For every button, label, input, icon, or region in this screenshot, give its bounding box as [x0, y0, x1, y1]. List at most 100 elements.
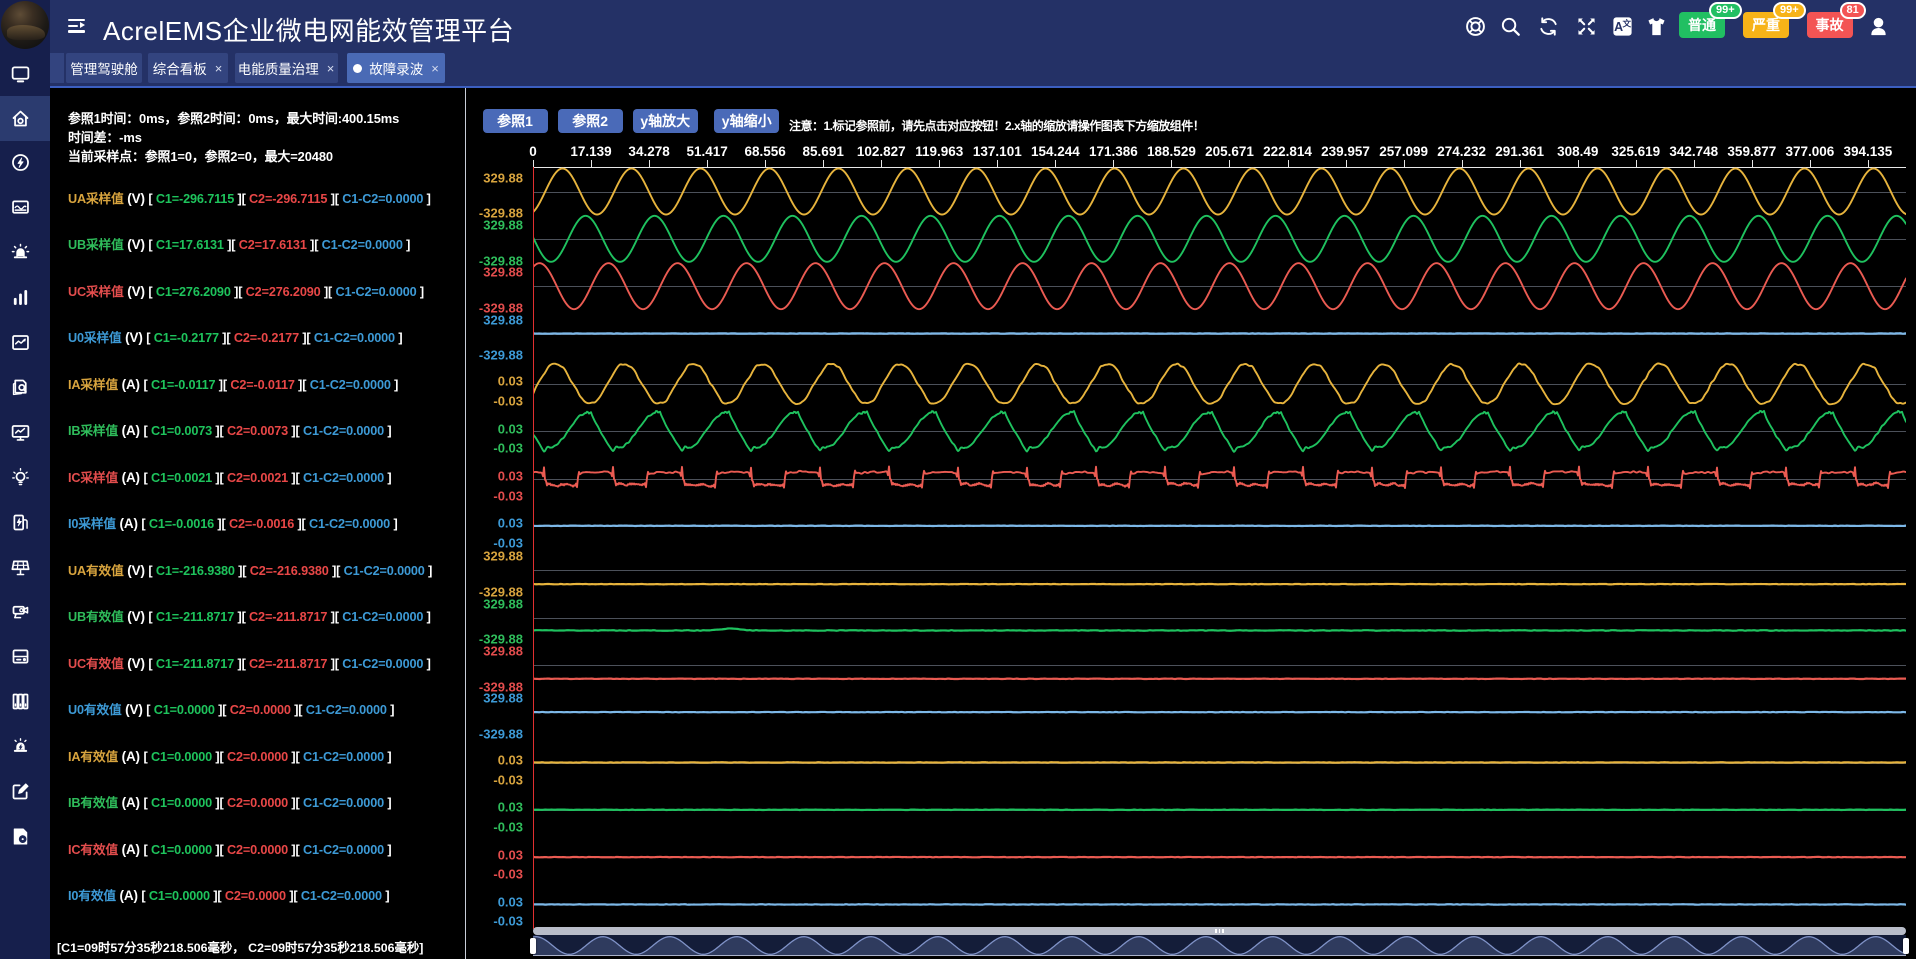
chart-button-y轴缩小[interactable]: y轴缩小: [714, 109, 779, 133]
support-ring-icon[interactable]: [1462, 13, 1488, 39]
monitor-chart-icon: [10, 422, 31, 443]
channel-name: UC采样值: [68, 285, 124, 299]
search-icon[interactable]: [1497, 13, 1523, 39]
channel-diff: C1-C2=0.0000: [303, 424, 384, 438]
channel-c2: C2=-0.0016: [229, 517, 294, 531]
alarm-bolt-icon: [10, 736, 31, 757]
reference-cursor-line[interactable]: [533, 167, 534, 929]
bracket-text: [: [146, 703, 153, 717]
translate-icon[interactable]: A文: [1609, 13, 1635, 39]
sidebar-item-alarm-beacon[interactable]: [0, 230, 50, 275]
y-min-label: -0.03: [463, 441, 523, 456]
bracket-text: ][: [212, 843, 227, 857]
channel-c1: C1=-296.7115: [156, 192, 234, 206]
alarm-button-label: 事故: [1816, 15, 1844, 35]
sidebar-item-edit[interactable]: [0, 769, 50, 814]
fullscreen-icon[interactable]: [1573, 13, 1599, 39]
channel-c2: C2=-211.8717: [249, 657, 327, 671]
tab-电能质量治理[interactable]: 电能质量治理×: [235, 53, 338, 83]
tab-管理驾驶舱[interactable]: 管理驾驶舱: [66, 53, 142, 83]
sidebar-item-bulb[interactable]: [0, 455, 50, 500]
y-max-label: 0.03: [463, 847, 523, 862]
bracket-text: ][: [321, 285, 336, 299]
bracket-text: ][: [295, 378, 310, 392]
bracket-text: ][: [234, 657, 249, 671]
bracket-text: ]: [423, 192, 430, 206]
chart-button-y轴放大[interactable]: y轴放大: [633, 109, 698, 133]
channel-diff: C1-C2=0.0000: [303, 843, 384, 857]
bracket-text: ][: [329, 564, 344, 578]
tab-clipped[interactable]: [50, 53, 64, 83]
bracket-text: ][: [212, 750, 227, 764]
channel-unit: (V): [124, 563, 149, 578]
y-min-label: -0.03: [463, 819, 523, 834]
sidebar-item-archive[interactable]: [0, 679, 50, 724]
sidebar-item-solar-panel[interactable]: [0, 545, 50, 590]
sidebar-item-doc-gear[interactable]: [0, 814, 50, 859]
sidebar-item-bar-chart[interactable]: [0, 275, 50, 320]
channel-unit: (A): [118, 842, 144, 857]
x-tick-label: 85.691: [803, 144, 844, 159]
alarm-button-2[interactable]: 事故81: [1807, 12, 1853, 38]
menu-fold-icon[interactable]: [68, 19, 85, 33]
chart-button-参照1[interactable]: 参照1: [483, 109, 548, 133]
channel-unit: (V): [124, 237, 149, 252]
datazoom-left-handle[interactable]: [530, 938, 536, 954]
tab-close-icon[interactable]: ×: [431, 61, 439, 76]
channel-name: UB采样值: [68, 238, 124, 252]
y-max-label: 0.03: [463, 894, 523, 909]
x-tick-label: 239.957: [1321, 144, 1370, 159]
bracket-text: [: [144, 796, 151, 810]
channel-unit: (A): [116, 516, 142, 531]
theme-icon[interactable]: [1643, 13, 1669, 39]
screen-icon: [10, 63, 31, 84]
bracket-text: ][: [291, 703, 306, 717]
bracket-text: ][: [235, 564, 250, 578]
sidebar-item-alarm-bolt[interactable]: [0, 724, 50, 769]
bracket-text: ]: [417, 285, 424, 299]
y-min-label: -329.88: [463, 726, 523, 741]
channel-c1: C1=-211.8717: [156, 610, 234, 624]
chart-button-参照2[interactable]: 参照2: [558, 109, 623, 133]
datazoom-move-handle[interactable]: [533, 927, 1906, 935]
chart-note: 注意：1.标记参照前，请先点击对应按钮！2.x轴的缩放请操作图表下方缩放组件！: [789, 117, 1204, 134]
sidebar-item-charger[interactable]: [0, 500, 50, 545]
sidebar-item-wave-monitor[interactable]: [0, 185, 50, 230]
tab-close-icon[interactable]: ×: [327, 61, 335, 76]
cursor-timestamps: [C1=09时57分35秒218.506毫秒， C2=09时57分35秒218.…: [57, 938, 423, 956]
svg-text:文: 文: [1621, 17, 1631, 28]
datazoom-right-handle[interactable]: [1903, 938, 1909, 954]
sidebar-item-screen[interactable]: [0, 51, 50, 96]
x-tick-label: 394.135: [1844, 144, 1893, 159]
tab-综合看板[interactable]: 综合看板×: [148, 53, 228, 83]
wave-monitor-icon: [10, 197, 31, 218]
channel-name: UA采样值: [68, 192, 124, 206]
tab-bar: 管理驾驶舱综合看板×电能质量治理× 故障录波×: [50, 52, 1916, 88]
waveform-canvas[interactable]: [533, 160, 1906, 950]
channel-diff: C1-C2=0.0000: [303, 796, 384, 810]
alarm-count-badge: 81: [1840, 2, 1866, 19]
channel-diff: C1-C2=0.0000: [306, 703, 387, 717]
alarm-button-0[interactable]: 普通99+: [1679, 12, 1725, 38]
sidebar-item-power-circle[interactable]: [0, 140, 50, 185]
sidebar-item-line-chart[interactable]: [0, 320, 50, 365]
avatar[interactable]: [1, 1, 49, 49]
tab-label: 管理驾驶舱: [70, 58, 138, 78]
channel-c2: C2=0.0000: [230, 703, 291, 717]
x-tick-label: 205.671: [1205, 144, 1254, 159]
x-tick-label: 119.963: [915, 144, 963, 159]
channel-name: U0有效值: [68, 703, 122, 717]
channel-c1: C1=0.0000: [149, 889, 210, 903]
sidebar-item-monitor-chart[interactable]: [0, 410, 50, 455]
sidebar-item-home[interactable]: [0, 96, 50, 141]
tab-故障录波[interactable]: 故障录波×: [347, 53, 445, 83]
user-icon[interactable]: [1865, 13, 1891, 39]
sidebar-item-server[interactable]: [0, 634, 50, 679]
sidebar-item-map-search[interactable]: [0, 365, 50, 410]
tab-close-icon[interactable]: ×: [215, 61, 223, 76]
channel-unit: (A): [118, 423, 144, 438]
alarm-button-1[interactable]: 严重99+: [1743, 12, 1789, 38]
sidebar-item-cctv[interactable]: [0, 589, 50, 634]
x-tick-label: 0: [529, 144, 537, 159]
refresh-icon[interactable]: [1535, 13, 1561, 39]
